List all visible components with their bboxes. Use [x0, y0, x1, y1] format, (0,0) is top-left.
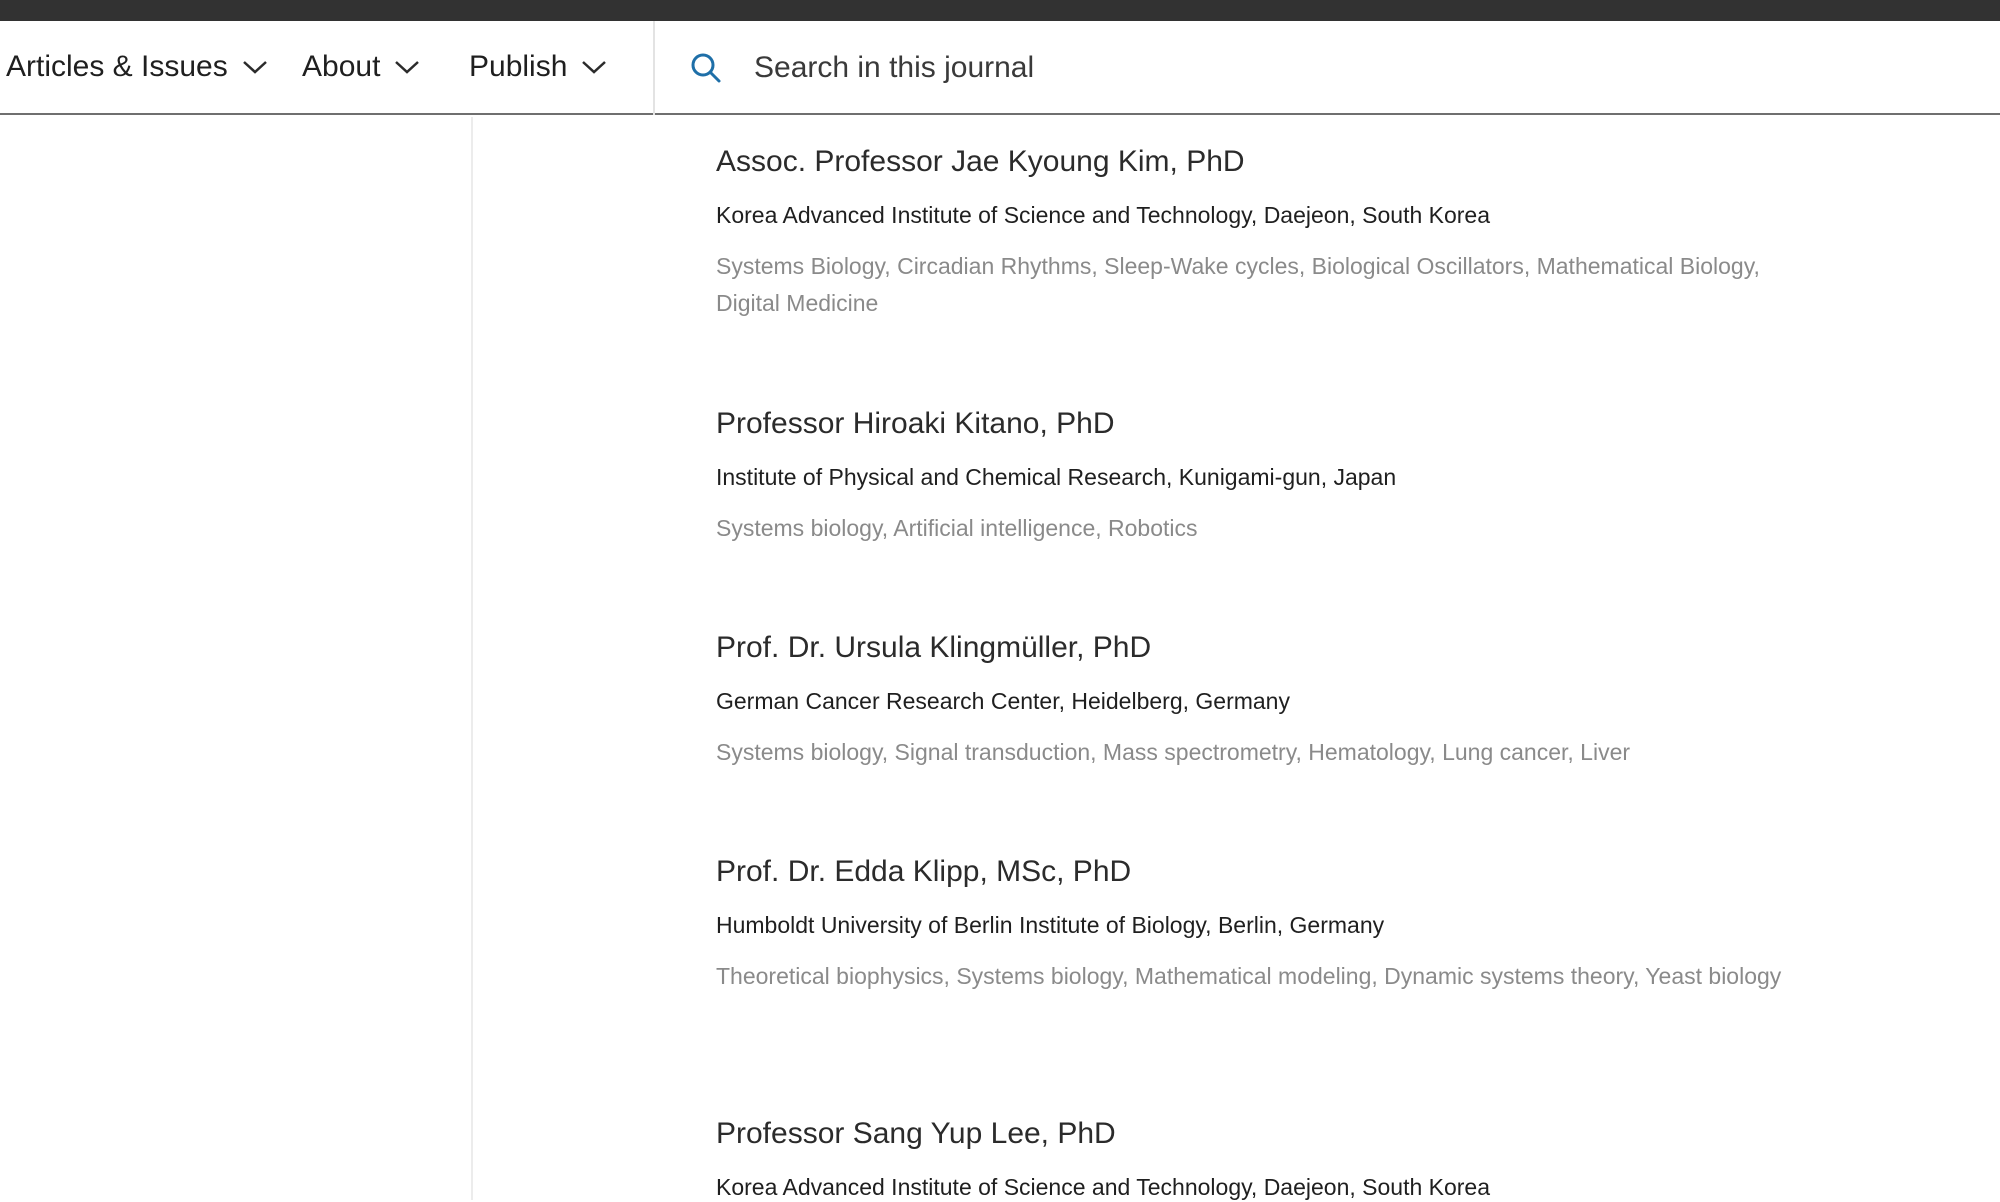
nav-articles-issues[interactable]: Articles & Issues — [6, 21, 268, 113]
board-member: Professor Sang Yup Lee, PhD Korea Advanc… — [716, 1114, 1816, 1202]
nav-divider — [653, 21, 655, 115]
member-affiliation: Institute of Physical and Chemical Resea… — [716, 464, 1397, 490]
member-affiliation: German Cancer Research Center, Heidelber… — [716, 688, 1290, 714]
member-interests: Systems biology, Artificial intelligence… — [716, 515, 1198, 541]
chevron-down-icon — [581, 59, 607, 75]
board-member: Assoc. Professor Jae Kyoung Kim, PhD Kor… — [716, 142, 1816, 322]
nav-publish[interactable]: Publish — [469, 21, 607, 113]
search-input[interactable] — [754, 51, 1954, 85]
member-affiliation: Korea Advanced Institute of Science and … — [716, 202, 1491, 228]
journal-search — [690, 21, 1954, 115]
member-interests: Systems Biology, Circadian Rhythms, Slee… — [716, 253, 1760, 316]
member-name[interactable]: Professor Sang Yup Lee, PhD — [716, 1114, 1816, 1154]
chevron-down-icon — [394, 59, 420, 75]
board-member: Prof. Dr. Edda Klipp, MSc, PhD Humboldt … — [716, 852, 1816, 995]
search-icon[interactable] — [690, 52, 722, 84]
left-sidebar — [0, 117, 473, 1200]
board-member: Professor Hiroaki Kitano, PhD Institute … — [716, 404, 1816, 547]
member-name[interactable]: Prof. Dr. Edda Klipp, MSc, PhD — [716, 852, 1816, 892]
member-affiliation: Humboldt University of Berlin Institute … — [716, 912, 1385, 938]
member-name[interactable]: Prof. Dr. Ursula Klingmüller, PhD — [716, 628, 1816, 668]
member-interests: Systems biology, Signal transduction, Ma… — [716, 739, 1631, 765]
member-interests: Theoretical biophysics, Systems biology,… — [716, 963, 1782, 989]
nav-about-label: About — [302, 50, 381, 83]
nav-articles-issues-label: Articles & Issues — [6, 50, 228, 83]
member-affiliation: Korea Advanced Institute of Science and … — [716, 1174, 1491, 1200]
journal-nav-bar: Articles & Issues About Publish — [0, 21, 2000, 115]
member-name[interactable]: Assoc. Professor Jae Kyoung Kim, PhD — [716, 142, 1816, 182]
member-name[interactable]: Professor Hiroaki Kitano, PhD — [716, 404, 1816, 444]
nav-publish-label: Publish — [469, 50, 568, 83]
nav-about[interactable]: About — [302, 21, 420, 113]
board-member: Prof. Dr. Ursula Klingmüller, PhD German… — [716, 628, 1816, 771]
top-bar — [0, 0, 2000, 21]
chevron-down-icon — [242, 59, 268, 75]
